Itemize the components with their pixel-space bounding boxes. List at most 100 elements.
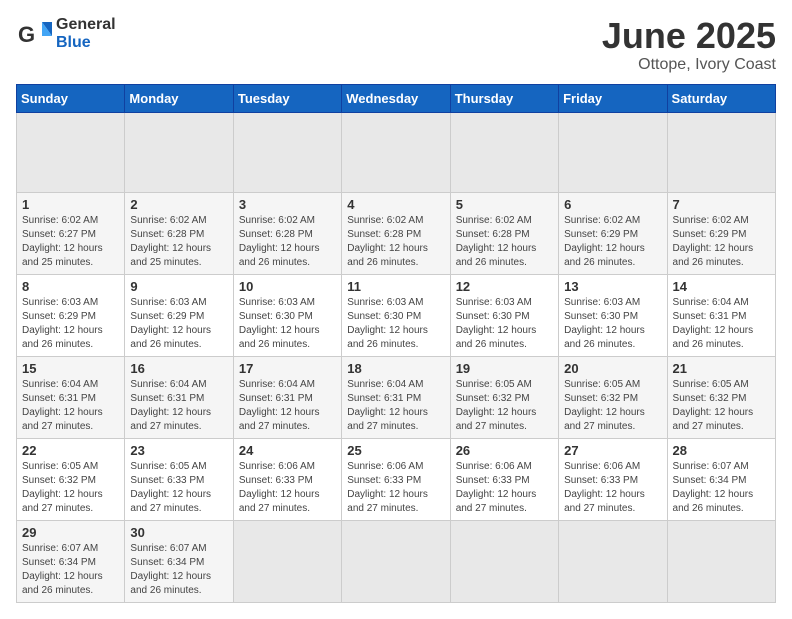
day-info: Sunrise: 6:05 AMSunset: 6:33 PMDaylight:… <box>130 460 227 516</box>
day-info: Sunrise: 6:04 AMSunset: 6:31 PMDaylight:… <box>347 378 444 434</box>
day-number: 25 <box>347 443 444 458</box>
day-number: 2 <box>130 197 227 212</box>
day-number: 12 <box>456 279 553 294</box>
logo: G General Blue <box>16 16 116 52</box>
calendar-cell <box>233 112 341 192</box>
calendar-cell: 17Sunrise: 6:04 AMSunset: 6:31 PMDayligh… <box>233 356 341 438</box>
calendar-header-row: SundayMondayTuesdayWednesdayThursdayFrid… <box>17 84 776 112</box>
calendar-body: 1 Sunrise: 6:02 AMSunset: 6:27 PMDaylight… <box>17 112 776 602</box>
day-of-week-header: Friday <box>559 84 667 112</box>
day-number: 15 <box>22 361 119 376</box>
calendar-cell: 10Sunrise: 6:03 AMSunset: 6:30 PMDayligh… <box>233 274 341 356</box>
day-number: 1 <box>22 197 119 212</box>
day-info: Sunrise: 6:03 AMSunset: 6:30 PMDaylight:… <box>347 296 444 352</box>
calendar-cell: 9 Sunrise: 6:03 AMSunset: 6:29 PMDaylight… <box>125 274 233 356</box>
calendar-cell <box>667 520 775 602</box>
logo-icon: G <box>16 16 52 52</box>
day-info: Sunrise: 6:03 AMSunset: 6:29 PMDaylight:… <box>130 296 227 352</box>
day-info: Sunrise: 6:05 AMSunset: 6:32 PMDaylight:… <box>673 378 770 434</box>
calendar-cell: 8 Sunrise: 6:03 AMSunset: 6:29 PMDaylight… <box>17 274 125 356</box>
day-number: 22 <box>22 443 119 458</box>
calendar-cell: 24 Sunrise: 6:06 AMSunset: 6:33 PMDayligh… <box>233 438 341 520</box>
day-number: 9 <box>130 279 227 294</box>
calendar-cell: 22 Sunrise: 6:05 AMSunset: 6:32 PMDayligh… <box>17 438 125 520</box>
day-info: Sunrise: 6:06 AMSunset: 6:33 PMDaylight:… <box>456 460 553 516</box>
day-number: 11 <box>347 279 444 294</box>
day-of-week-header: Sunday <box>17 84 125 112</box>
day-info: Sunrise: 6:07 AMSunset: 6:34 PMDaylight:… <box>130 542 227 598</box>
calendar-cell <box>125 112 233 192</box>
calendar-cell: 15 Sunrise: 6:04 AMSunset: 6:31 PMDayligh… <box>17 356 125 438</box>
day-number: 29 <box>22 525 119 540</box>
calendar-cell: 26 Sunrise: 6:06 AMSunset: 6:33 PMDayligh… <box>450 438 558 520</box>
calendar-week-row: 8 Sunrise: 6:03 AMSunset: 6:29 PMDaylight… <box>17 274 776 356</box>
calendar-week-row: 29 Sunrise: 6:07 AMSunset: 6:34 PMDayligh… <box>17 520 776 602</box>
title-area: June 2025 Ottope, Ivory Coast <box>602 16 776 74</box>
day-number: 3 <box>239 197 336 212</box>
day-number: 30 <box>130 525 227 540</box>
day-number: 21 <box>673 361 770 376</box>
day-info: Sunrise: 6:03 AMSunset: 6:30 PMDaylight:… <box>564 296 661 352</box>
day-number: 14 <box>673 279 770 294</box>
day-info: Sunrise: 6:07 AMSunset: 6:34 PMDaylight:… <box>22 542 119 598</box>
day-number: 23 <box>130 443 227 458</box>
day-of-week-header: Tuesday <box>233 84 341 112</box>
day-number: 6 <box>564 197 661 212</box>
day-info: Sunrise: 6:05 AMSunset: 6:32 PMDaylight:… <box>22 460 119 516</box>
calendar-cell: 6 Sunrise: 6:02 AMSunset: 6:29 PMDaylight… <box>559 192 667 274</box>
day-number: 7 <box>673 197 770 212</box>
calendar-cell: 7 Sunrise: 6:02 AMSunset: 6:29 PMDaylight… <box>667 192 775 274</box>
day-info: Sunrise: 6:04 AMSunset: 6:31 PMDaylight:… <box>239 378 336 434</box>
day-info: Sunrise: 6:03 AMSunset: 6:30 PMDaylight:… <box>456 296 553 352</box>
calendar-cell: 14Sunrise: 6:04 AMSunset: 6:31 PMDayligh… <box>667 274 775 356</box>
logo-general-text: General <box>56 16 116 33</box>
day-number: 16 <box>130 361 227 376</box>
day-info: Sunrise: 6:02 AMSunset: 6:29 PMDaylight:… <box>673 214 770 270</box>
calendar-cell: 29 Sunrise: 6:07 AMSunset: 6:34 PMDayligh… <box>17 520 125 602</box>
day-info: Sunrise: 6:06 AMSunset: 6:33 PMDaylight:… <box>239 460 336 516</box>
day-info: Sunrise: 6:02 AMSunset: 6:28 PMDaylight:… <box>239 214 336 270</box>
calendar-cell: 3 Sunrise: 6:02 AMSunset: 6:28 PMDaylight… <box>233 192 341 274</box>
calendar-cell <box>667 112 775 192</box>
calendar-title: June 2025 <box>602 16 776 56</box>
calendar-cell: 13 Sunrise: 6:03 AMSunset: 6:30 PMDayligh… <box>559 274 667 356</box>
day-number: 8 <box>22 279 119 294</box>
day-info: Sunrise: 6:06 AMSunset: 6:33 PMDaylight:… <box>347 460 444 516</box>
calendar-week-row: 1 Sunrise: 6:02 AMSunset: 6:27 PMDaylight… <box>17 192 776 274</box>
calendar-cell: 25 Sunrise: 6:06 AMSunset: 6:33 PMDayligh… <box>342 438 450 520</box>
day-number: 13 <box>564 279 661 294</box>
calendar-cell: 12 Sunrise: 6:03 AMSunset: 6:30 PMDayligh… <box>450 274 558 356</box>
day-info: Sunrise: 6:04 AMSunset: 6:31 PMDaylight:… <box>130 378 227 434</box>
day-info: Sunrise: 6:05 AMSunset: 6:32 PMDaylight:… <box>456 378 553 434</box>
day-number: 18 <box>347 361 444 376</box>
calendar-subtitle: Ottope, Ivory Coast <box>602 56 776 74</box>
calendar-cell: 27Sunrise: 6:06 AMSunset: 6:33 PMDayligh… <box>559 438 667 520</box>
day-number: 10 <box>239 279 336 294</box>
svg-text:G: G <box>18 22 35 47</box>
day-number: 27 <box>564 443 661 458</box>
calendar-cell: 16 Sunrise: 6:04 AMSunset: 6:31 PMDayligh… <box>125 356 233 438</box>
day-info: Sunrise: 6:04 AMSunset: 6:31 PMDaylight:… <box>22 378 119 434</box>
day-number: 24 <box>239 443 336 458</box>
calendar-cell: 5Sunrise: 6:02 AMSunset: 6:28 PMDaylight… <box>450 192 558 274</box>
day-info: Sunrise: 6:05 AMSunset: 6:32 PMDaylight:… <box>564 378 661 434</box>
calendar-cell <box>233 520 341 602</box>
day-number: 26 <box>456 443 553 458</box>
day-of-week-header: Monday <box>125 84 233 112</box>
day-info: Sunrise: 6:02 AMSunset: 6:27 PMDaylight:… <box>22 214 119 270</box>
page-header: G General Blue June 2025 Ottope, Ivory C… <box>16 16 776 74</box>
day-info: Sunrise: 6:02 AMSunset: 6:29 PMDaylight:… <box>564 214 661 270</box>
day-of-week-header: Saturday <box>667 84 775 112</box>
calendar-cell: 23 Sunrise: 6:05 AMSunset: 6:33 PMDayligh… <box>125 438 233 520</box>
day-number: 5 <box>456 197 553 212</box>
calendar-cell: 1 Sunrise: 6:02 AMSunset: 6:27 PMDaylight… <box>17 192 125 274</box>
day-number: 19 <box>456 361 553 376</box>
calendar-cell <box>17 112 125 192</box>
calendar-week-row: 22 Sunrise: 6:05 AMSunset: 6:32 PMDayligh… <box>17 438 776 520</box>
calendar-cell: 19 Sunrise: 6:05 AMSunset: 6:32 PMDayligh… <box>450 356 558 438</box>
day-number: 20 <box>564 361 661 376</box>
calendar-cell: 21 Sunrise: 6:05 AMSunset: 6:32 PMDayligh… <box>667 356 775 438</box>
calendar-week-row: 15 Sunrise: 6:04 AMSunset: 6:31 PMDayligh… <box>17 356 776 438</box>
day-info: Sunrise: 6:03 AMSunset: 6:29 PMDaylight:… <box>22 296 119 352</box>
calendar-cell: 28Sunrise: 6:07 AMSunset: 6:34 PMDayligh… <box>667 438 775 520</box>
